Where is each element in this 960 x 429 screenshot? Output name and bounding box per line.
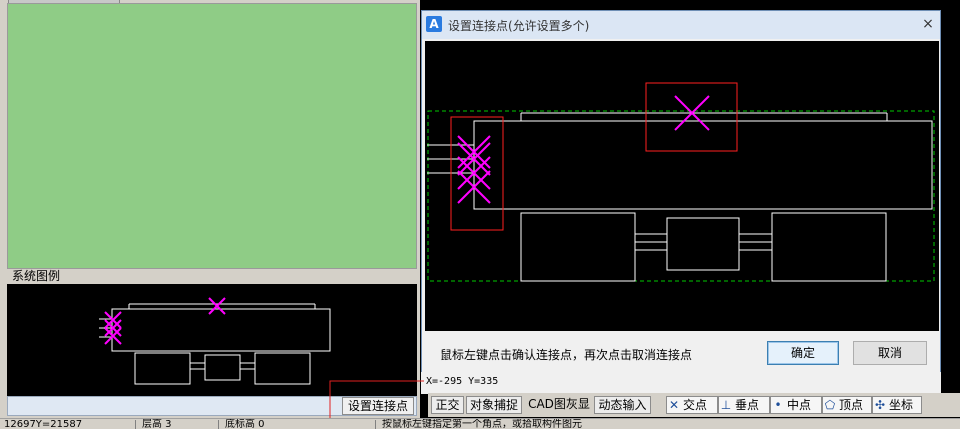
set-connection-dialog: A 设置连接点(允许设置多个) × 鼠标左键点击确认连接点，再次点击取消连接点 … [421, 10, 941, 394]
component-preview-area [7, 3, 417, 269]
status-coordinates: 12697Y=21587 [4, 419, 83, 429]
close-icon[interactable]: × [919, 15, 937, 33]
cancel-button[interactable]: 取消 [853, 341, 927, 365]
ortho-toggle[interactable]: 正交 [431, 396, 464, 414]
status-base-height: 底标高 0 [225, 419, 265, 429]
snap-intersection[interactable]: ✕ 交点 [666, 396, 718, 414]
dialog-title: 设置连接点(允许设置多个) [448, 19, 590, 33]
cursor-coordinates: X=-295 Y=335 [426, 376, 499, 387]
app-icon: A [426, 16, 442, 32]
cad-gray-toggle[interactable]: CAD图灰显 [526, 396, 592, 414]
object-snap-toggle[interactable]: 对象捕捉 [466, 396, 522, 414]
legend-title: 系统图例 [12, 269, 61, 283]
status-floor-height: 层高 3 [142, 419, 172, 429]
coordinate-icon: ✣ [874, 398, 886, 412]
status-prompt: 按鼠标左键指定第一个角点，或拾取构件图元 [382, 419, 582, 429]
ok-button[interactable]: 确定 [767, 341, 839, 365]
coordinate-strip [421, 372, 941, 394]
dynamic-input-toggle[interactable]: 动态输入 [594, 396, 651, 414]
snap-midpoint[interactable]: • 中点 [770, 396, 822, 414]
dialog-hint: 鼠标左键点击确认连接点，再次点击取消连接点 [440, 348, 693, 362]
right-black-strip [941, 0, 960, 393]
connection-canvas[interactable] [425, 41, 939, 331]
vertex-icon: ⬠ [824, 398, 836, 412]
intersection-icon: ✕ [668, 398, 680, 412]
snap-vertex[interactable]: ⬠ 顶点 [822, 396, 872, 414]
snap-coordinate[interactable]: ✣ 坐标 [872, 396, 922, 414]
midpoint-icon: • [774, 398, 782, 412]
perpendicular-icon: ⊥ [720, 398, 732, 412]
status-bar: 12697Y=21587 层高 3 底标高 0 按鼠标左键指定第一个角点，或拾取… [0, 418, 960, 429]
snap-perpendicular[interactable]: ⊥ 垂点 [718, 396, 770, 414]
